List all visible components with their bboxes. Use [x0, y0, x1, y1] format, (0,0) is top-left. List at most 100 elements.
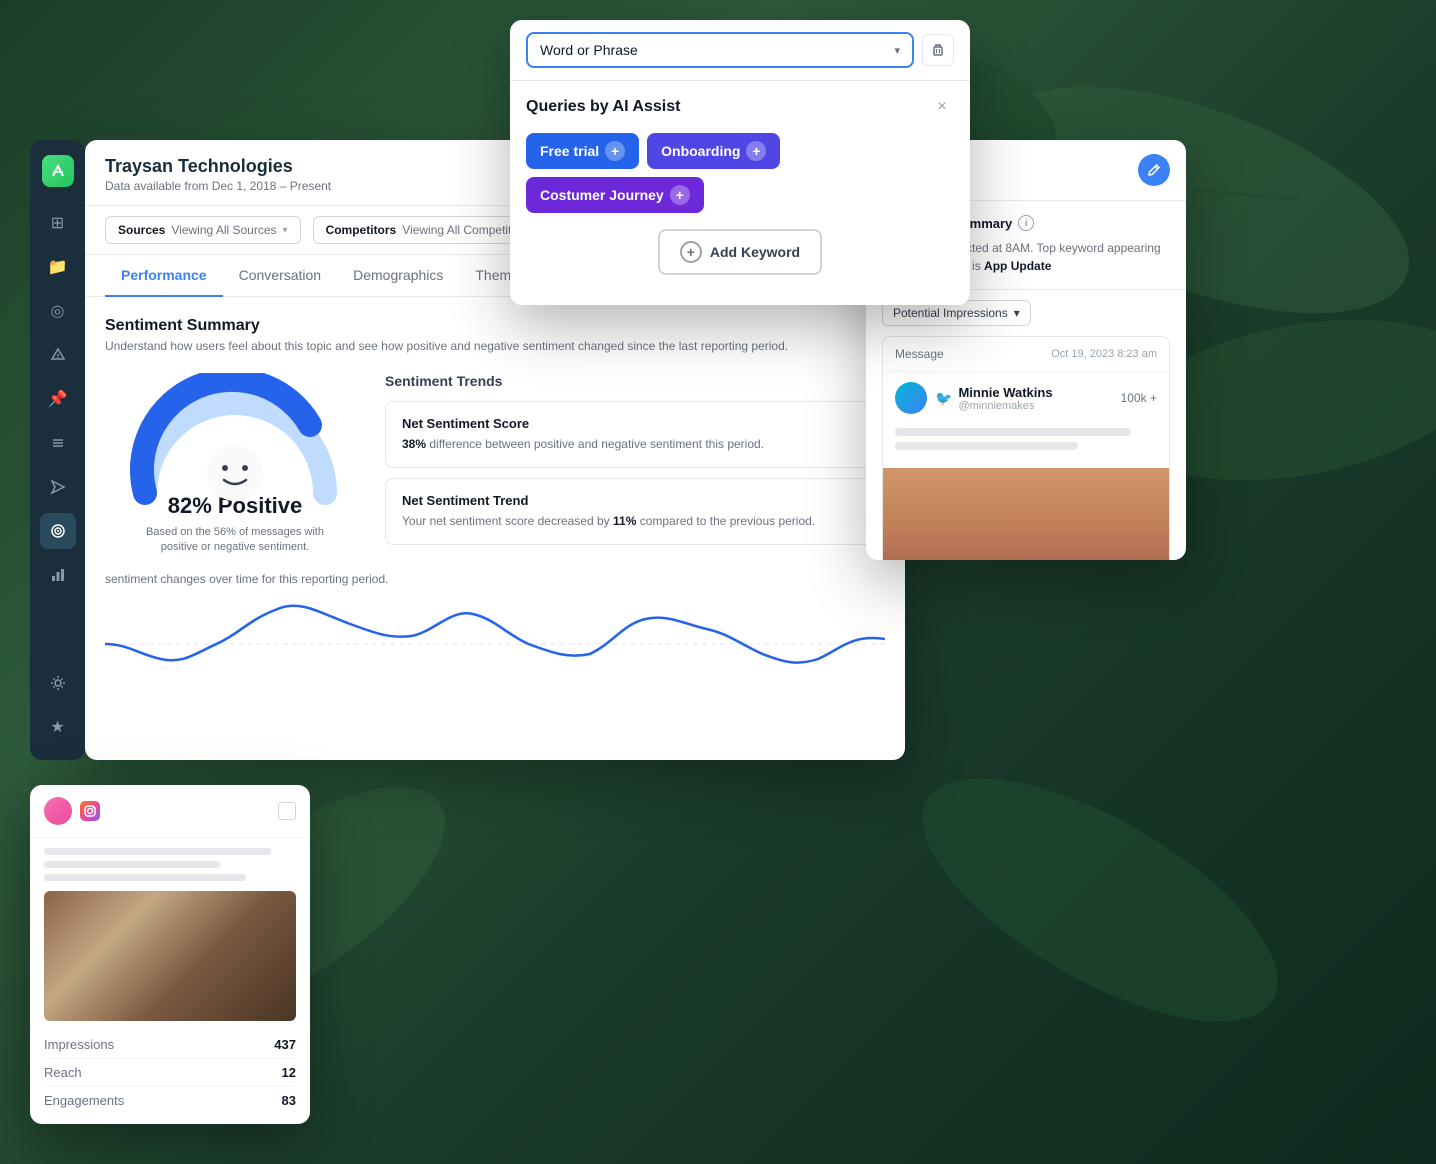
impressions-label-card: Impressions [44, 1037, 114, 1052]
message-label: Message [895, 347, 944, 361]
social-post-image [44, 891, 296, 1021]
instagram-icon [80, 801, 100, 821]
add-keyword-button[interactable]: + Add Keyword [658, 229, 822, 275]
keyword-label-3: Costumer Journey [540, 187, 664, 203]
checkbox[interactable] [278, 802, 296, 820]
filter-sources-label: Sources [118, 223, 165, 237]
follower-count: 100k + [1121, 391, 1157, 405]
sidebar-icon-folder[interactable]: 📁 [40, 249, 76, 285]
tab-performance[interactable]: Performance [105, 255, 223, 297]
stat-impressions: Impressions 437 [44, 1031, 296, 1059]
loading-bar-1 [895, 428, 1131, 436]
social-card-body: Impressions 437 Reach 12 Engagements 83 [30, 838, 310, 1124]
user-info: Minnie Watkins @minniemakes [958, 385, 1114, 412]
close-button[interactable]: × [930, 95, 954, 119]
metric-desc-2: Your net sentiment score decreased by 11… [402, 512, 868, 530]
metric-desc-1: 38% difference between positive and nega… [402, 435, 868, 453]
keyword-free-trial[interactable]: Free trial + [526, 133, 639, 169]
message-image [883, 468, 1169, 560]
social-icon-group [44, 797, 124, 825]
plus-icon-2: + [746, 141, 766, 161]
sidebar-icon-alert[interactable] [40, 337, 76, 373]
keyword-tags: Free trial + Onboarding + Costumer Journ… [526, 133, 954, 213]
filter-sources-value: Viewing All Sources [171, 223, 276, 237]
sidebar-icon-list[interactable] [40, 425, 76, 461]
user-row: 🐦 Minnie Watkins @minniemakes 100k + [935, 385, 1157, 412]
add-keyword-wrapper: + Add Keyword [526, 229, 954, 275]
sidebar-icon-pin[interactable]: 📌 [40, 381, 76, 417]
keyword-onboarding[interactable]: Onboarding + [647, 133, 780, 169]
ai-modal-body: Queries by AI Assist × Free trial + Onbo… [510, 81, 970, 289]
social-card-header [30, 785, 310, 838]
sidebar-icon-grid[interactable]: ⊞ [40, 205, 76, 241]
keyword-label-2: Onboarding [661, 143, 740, 159]
message-bars [883, 428, 1169, 468]
search-label: Word or Phrase [540, 42, 638, 58]
metric-title-1: Net Sentiment Score [402, 416, 868, 431]
reach-label: Reach [44, 1065, 82, 1080]
message-time: Oct 19, 2023 8:23 am [1051, 348, 1157, 360]
engagements-label: Engagements [44, 1093, 124, 1108]
tab-demographics[interactable]: Demographics [337, 255, 459, 297]
keyword-costumer-journey[interactable]: Costumer Journey + [526, 177, 704, 213]
user-name: Minnie Watkins [958, 385, 1114, 400]
chart-desc-text: sentiment changes over time for this rep… [105, 572, 388, 586]
plus-icon-3: + [670, 185, 690, 205]
message-user: 🐦 Minnie Watkins @minniemakes 100k + [883, 372, 1169, 424]
message-card: Message Oct 19, 2023 8:23 am 🐦 Minnie Wa… [882, 336, 1170, 560]
keyword-label-1: Free trial [540, 143, 599, 159]
content-layout: 82% Positive Based on the 56% of message… [105, 373, 885, 556]
trends-label: Sentiment Trends [385, 373, 885, 389]
delete-button[interactable] [922, 34, 954, 66]
reach-value: 12 [282, 1065, 296, 1080]
sidebar-icon-waveform[interactable] [40, 513, 76, 549]
sidebar-icon-star[interactable]: ★ [40, 709, 76, 745]
content-bars [44, 848, 296, 881]
chart-section: sentiment changes over time for this rep… [105, 572, 885, 694]
chart-desc: sentiment changes over time for this rep… [105, 572, 885, 586]
chevron-down-icon-5: ▾ [1014, 306, 1020, 320]
ai-modal: Word or Phrase ▾ Queries by AI Assist × … [510, 20, 970, 305]
filter-competitors-label: Competitors [326, 223, 397, 237]
stat-reach: Reach 12 [44, 1059, 296, 1087]
ai-modal-title: Queries by AI Assist [526, 98, 680, 116]
message-header: Message Oct 19, 2023 8:23 am [883, 337, 1169, 372]
metrics-area: Sentiment Trends Net Sentiment Score 38%… [385, 373, 885, 556]
search-dropdown[interactable]: Word or Phrase ▾ [526, 32, 914, 68]
add-keyword-label: Add Keyword [710, 244, 800, 260]
tab-conversation[interactable]: Conversation [223, 255, 338, 297]
sidebar: ⊞ 📁 ◎ 📌 [30, 140, 85, 760]
ai-modal-header-row: Queries by AI Assist × [526, 95, 954, 119]
stat-engagements: Engagements 83 [44, 1087, 296, 1114]
edit-button[interactable] [1138, 154, 1170, 186]
sidebar-logo [42, 155, 74, 187]
sidebar-icon-bar-chart[interactable] [40, 557, 76, 593]
user-handle: @minniemakes [958, 400, 1114, 412]
gauge-sub: Based on the 56% of messages with positi… [135, 525, 335, 556]
social-card: Impressions 437 Reach 12 Engagements 83 [30, 785, 310, 1124]
section-desc: Understand how users feel about this top… [105, 339, 885, 353]
loading-bars-header [108, 798, 124, 825]
sidebar-icon-settings[interactable] [40, 665, 76, 701]
user-avatar [895, 382, 927, 414]
spike-keyword: App Update [984, 259, 1051, 273]
gauge-svg [125, 373, 345, 513]
info-icon: i [1018, 215, 1034, 231]
twitter-icon: 🐦 [935, 390, 952, 407]
impressions-label: Potential Impressions [893, 306, 1008, 320]
engagements-value: 83 [282, 1093, 296, 1108]
filter-sources[interactable]: Sources Viewing All Sources ▾ [105, 216, 301, 244]
line-chart [105, 594, 885, 694]
user-circle-avatar [44, 797, 72, 825]
main-content: Sentiment Summary Understand how users f… [85, 297, 905, 714]
sidebar-icon-circle[interactable]: ◎ [40, 293, 76, 329]
impressions-value: 437 [274, 1037, 296, 1052]
chevron-down-icon: ▾ [283, 225, 288, 236]
circle-plus-icon: + [680, 241, 702, 263]
stats-list: Impressions 437 Reach 12 Engagements 83 [44, 1031, 296, 1114]
metric-title-2: Net Sentiment Trend [402, 493, 868, 508]
loading-bar-2 [895, 442, 1078, 450]
metric-card-1: Net Sentiment Score 38% difference betwe… [385, 401, 885, 468]
sidebar-icon-send[interactable] [40, 469, 76, 505]
metric-card-2: Net Sentiment Trend Your net sentiment s… [385, 478, 885, 545]
